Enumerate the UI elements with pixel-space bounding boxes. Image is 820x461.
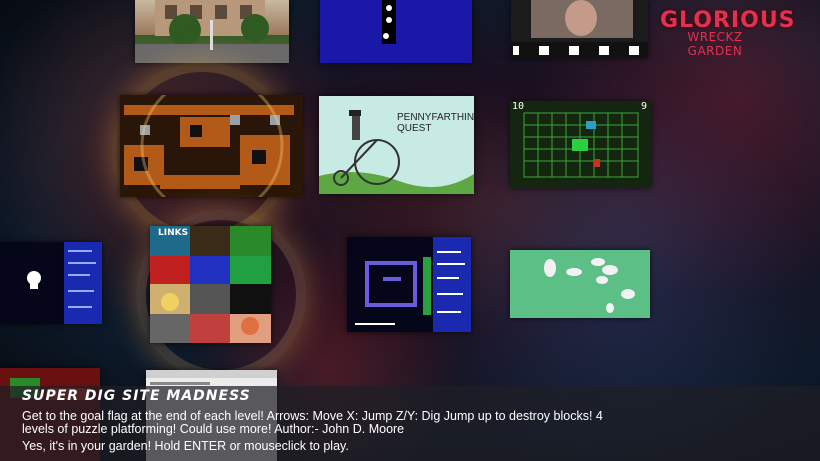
maze-game-image — [347, 237, 471, 332]
film-strip-image — [511, 0, 648, 58]
pennyfarthing-title-line1: PENNYFARTHING — [397, 112, 474, 123]
game-title: SUPER DIG SITE MADNESS — [22, 388, 251, 404]
game-thumbnail-film[interactable] — [511, 0, 648, 58]
game-thumbnail-grid[interactable]: 10 9 — [510, 101, 651, 188]
game-thumbnail-sheep[interactable] — [510, 250, 650, 318]
skull-game-image — [0, 242, 102, 324]
mosaic-link-label: LINKS — [158, 228, 189, 238]
house-scene-image — [135, 0, 289, 63]
dig-site-image — [120, 95, 303, 197]
logo-subtitle: WRECKZ GARDEN — [687, 30, 743, 58]
game-thumbnail-house[interactable] — [135, 0, 289, 63]
game-thumbnail-maze[interactable] — [347, 237, 471, 332]
garden-logo: GLORIOUS WRECKZ GARDEN — [660, 8, 795, 58]
game-thumbnail-pennyfarthing[interactable]: PENNYFARTHING QUEST — [319, 96, 474, 194]
game-description: Get to the goal flag at the end of each … — [22, 409, 603, 436]
grid-game-image — [510, 101, 651, 188]
game-thumbnail-mosaic[interactable]: LINKS — [150, 226, 271, 343]
blue-game-image — [382, 0, 396, 44]
mosaic-game-image — [150, 226, 271, 343]
pennyfarthing-title-line2: QUEST — [397, 123, 432, 134]
sheep-field-image — [510, 250, 650, 318]
game-thumbnail-skull[interactable] — [0, 242, 102, 324]
play-hint: Yes, it's in your garden! Hold ENTER or … — [22, 439, 349, 453]
grid-left-number: 10 — [512, 101, 525, 112]
pennyfarthing-image — [319, 96, 474, 194]
game-thumbnail-super-dig[interactable] — [120, 95, 303, 197]
game-thumbnail-blue[interactable] — [320, 0, 472, 63]
grid-right-number: 9 — [640, 101, 647, 112]
